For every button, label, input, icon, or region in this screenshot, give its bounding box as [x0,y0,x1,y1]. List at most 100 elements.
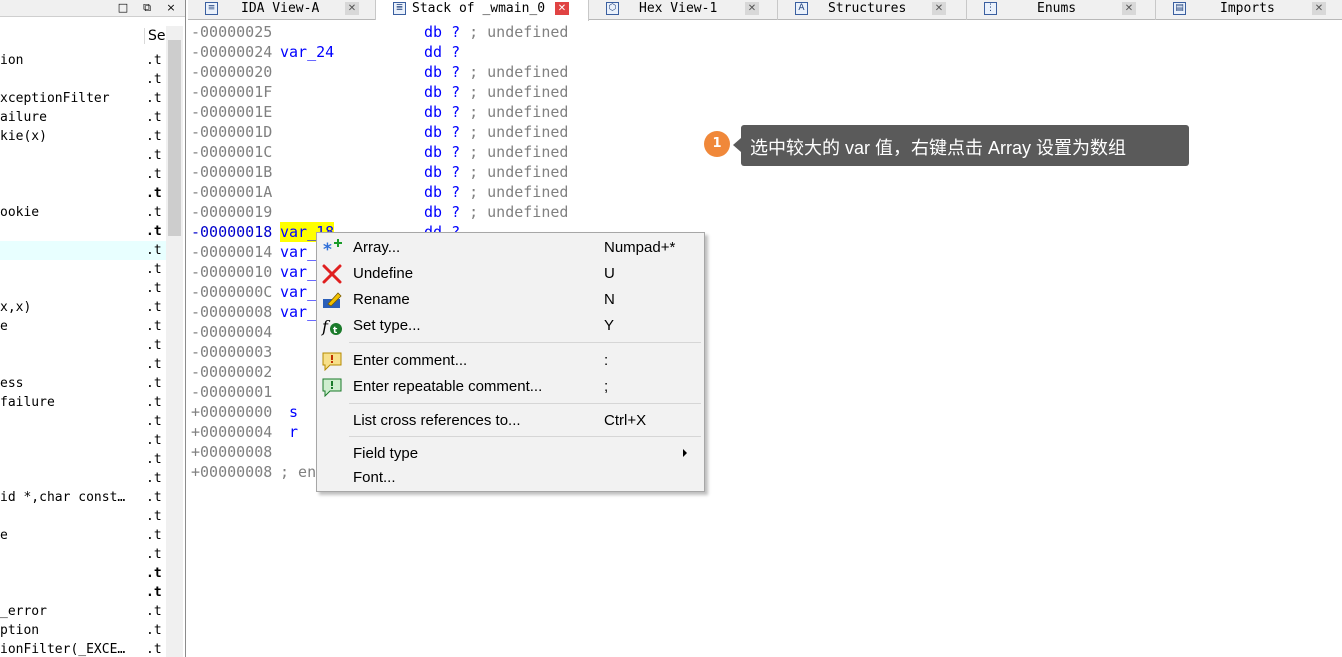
scrollbar-thumb[interactable] [168,40,181,236]
function-row[interactable]: x,x) .t [0,298,166,317]
stack-type: db [424,123,443,141]
function-row[interactable]: .t [0,507,166,526]
function-row[interactable]: .t [0,222,166,241]
menu-item-set-type[interactable]: f t Set type... Y [317,314,704,338]
stack-row[interactable]: -00000020 db? ; undefined [189,62,789,82]
close-icon[interactable]: ✕ [555,2,569,15]
stack-variable-name[interactable]: r [289,422,298,442]
function-row[interactable]: xceptionFilter .t [0,89,166,108]
menu-item-enter-repeatable-comment[interactable]: Enter repeatable comment... ; [317,375,704,399]
function-row[interactable]: .t [0,564,166,583]
function-row[interactable]: .t [0,279,166,298]
float-window-icon[interactable]: ⧉ [136,0,158,16]
tab-enums[interactable]: ⋮ Enums ✕ [967,0,1156,20]
menu-item-rename[interactable]: Rename N [317,288,704,312]
function-row[interactable]: .t [0,241,166,260]
comment-icon [322,352,342,371]
function-row[interactable]: .t [0,545,166,564]
close-icon[interactable]: × [160,0,182,16]
function-row[interactable]: ionFilter(_EXCE… .t [0,640,166,657]
menu-separator [349,436,701,437]
function-row[interactable]: e .t [0,526,166,545]
function-row[interactable]: .t [0,412,166,431]
function-row[interactable]: ess .t [0,374,166,393]
function-row[interactable]: ption .t [0,621,166,640]
menu-item-undefine[interactable]: Undefine U [317,262,704,286]
function-row[interactable]: id *,char const… .t [0,488,166,507]
function-row[interactable]: .t [0,450,166,469]
close-icon[interactable]: ✕ [345,2,359,15]
functions-scrollbar[interactable] [166,26,183,657]
stack-offset: -00000002 [191,363,273,381]
stack-type: db [424,103,443,121]
function-row[interactable]: ailure .t [0,108,166,127]
function-row[interactable]: ookie .t [0,203,166,222]
stack-type-definition: db? ; undefined [424,62,568,82]
stack-variable-name[interactable]: var_ [280,262,316,282]
stack-row[interactable]: -0000001E db? ; undefined [189,102,789,122]
tab-label: IDA View-A [241,1,320,16]
close-icon[interactable]: ✕ [745,2,759,15]
function-row[interactable]: kie(x) .t [0,127,166,146]
function-row[interactable]: .t [0,355,166,374]
rename-icon [323,292,342,308]
tab-ida-view-a[interactable]: ≡ IDA View-A ✕ [188,0,376,20]
stack-variable-name[interactable]: var_24 [280,42,334,62]
function-segment: .t [146,53,162,68]
menu-item-shortcut: ; [604,378,609,395]
stack-row[interactable]: -00000019 db? ; undefined [189,202,789,222]
stack-row[interactable]: -0000001D db? ; undefined [189,122,789,142]
close-icon[interactable]: ✕ [932,2,946,15]
function-row[interactable]: failure .t [0,393,166,412]
column-separator[interactable] [144,28,145,44]
stack-value: ? [451,123,461,141]
stack-variable-name[interactable]: var_ [280,242,316,262]
menu-item-array[interactable]: * Array... Numpad+* [317,236,704,260]
stack-row[interactable]: -00000025 db? ; undefined [189,22,789,42]
function-row[interactable]: .t [0,469,166,488]
menu-item-enter-comment[interactable]: Enter comment... : [317,349,704,373]
function-name: xceptionFilter [0,91,110,106]
function-row[interactable]: .t [0,260,166,279]
tab-imports[interactable]: ▤ Imports ✕ [1156,0,1342,20]
close-icon[interactable]: ✕ [1312,2,1326,15]
enums-icon: ⋮ [984,2,997,15]
stack-variable-name[interactable]: var_ [280,302,316,322]
function-row[interactable]: .t [0,70,166,89]
menu-item-shortcut: U [604,265,615,282]
function-row[interactable]: .t [0,336,166,355]
tab-hex-view-1[interactable]: ⬡ Hex View-1 ✕ [589,0,778,20]
svg-text:t: t [333,326,338,336]
menu-item-field-type[interactable]: Field type [317,442,704,466]
close-icon[interactable]: ✕ [1122,2,1136,15]
stack-variable-name[interactable]: var_ [280,282,316,302]
stack-row[interactable]: -0000001B db? ; undefined [189,162,789,182]
function-row[interactable]: .t [0,583,166,602]
restore-icon[interactable]: □ [112,0,134,16]
function-row[interactable]: _error .t [0,602,166,621]
document-icon: ≡ [205,2,218,15]
function-segment: .t [146,72,162,87]
stack-row[interactable]: -00000024 var_24 dd? [189,42,789,62]
menu-item-shortcut: N [604,291,615,308]
tab-stack-of-wmain[interactable]: ≣ Stack of _wmain_0 ✕ [376,0,589,21]
function-row[interactable]: e .t [0,317,166,336]
function-row[interactable]: .t [0,431,166,450]
stack-offset: -00000019 [191,203,273,221]
stack-offset: -0000001B [191,163,273,181]
menu-item-font[interactable]: Font... [317,466,704,490]
menu-item-list-cross-references[interactable]: List cross references to... Ctrl+X [317,409,704,433]
stack-row[interactable]: -0000001A db? ; undefined [189,182,789,202]
stack-variable-name[interactable]: s [289,402,298,422]
stack-row[interactable]: -0000001F db? ; undefined [189,82,789,102]
function-row[interactable]: .t [0,165,166,184]
segment-column-header[interactable]: Se [148,28,166,44]
function-row[interactable]: ion .t [0,51,166,70]
tab-structures[interactable]: A Structures ✕ [778,0,967,20]
function-row[interactable]: .t [0,146,166,165]
stack-row[interactable]: -0000001C db? ; undefined [189,142,789,162]
function-row[interactable]: .t [0,184,166,203]
functions-column-header[interactable]: Se [0,26,166,46]
stack-type: db [424,203,443,221]
function-segment: .t [146,433,162,448]
